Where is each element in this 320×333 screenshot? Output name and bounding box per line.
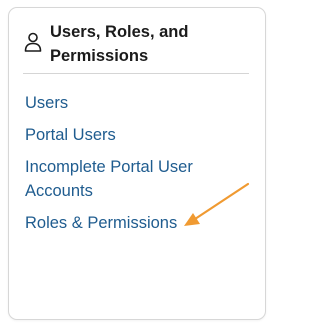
person-icon [24,32,42,52]
panel-title: Users, Roles, and Permissions [50,23,189,65]
arrow-icon [184,182,250,226]
roles-permissions-link[interactable]: Roles & Permissions [25,211,177,235]
panel-header: Users, Roles, and Permissions [24,20,254,66]
users-link[interactable]: Users [25,91,68,115]
portal-users-link[interactable]: Portal Users [25,123,116,147]
divider [23,73,249,74]
